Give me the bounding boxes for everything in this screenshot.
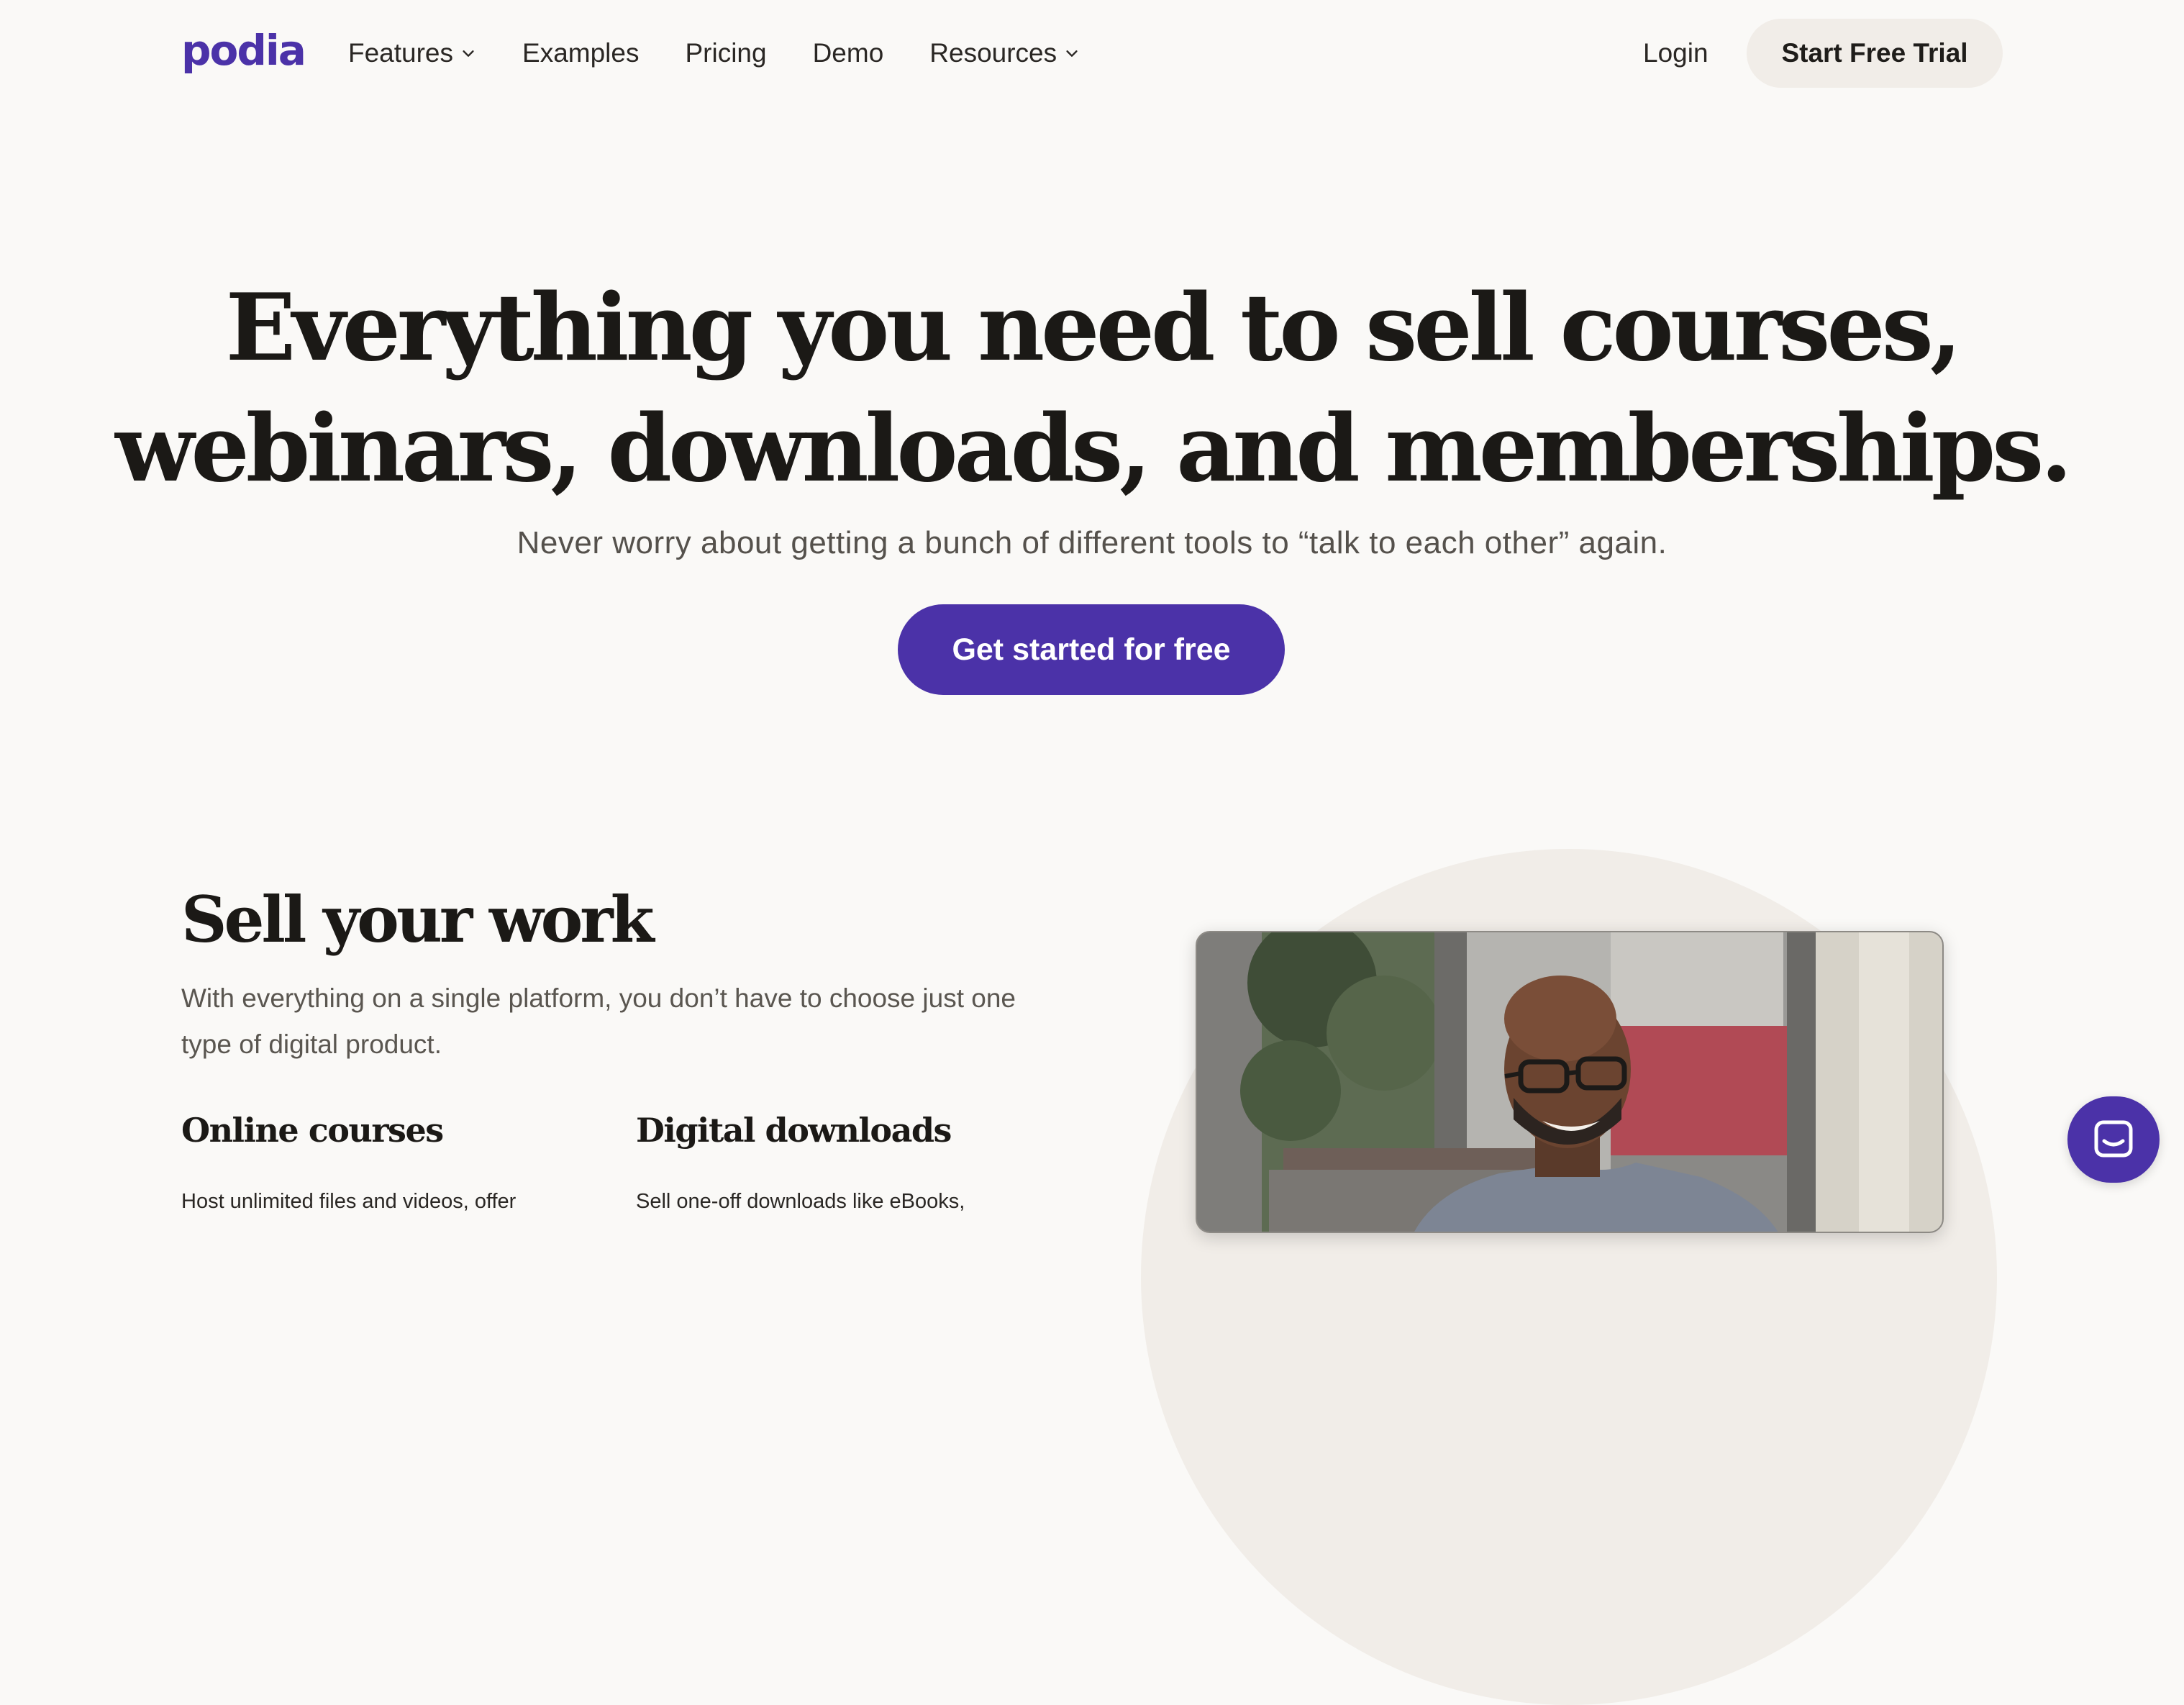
hero-title: Everything you need to sell courses, web… <box>0 268 2184 509</box>
nav-item-label: Examples <box>522 38 640 68</box>
nav-links: Features Examples Pricing Demo Resources <box>348 32 1126 75</box>
chevron-down-icon <box>1066 50 1078 57</box>
feature-title-online-courses: Online courses <box>181 1111 444 1150</box>
section-description: With everything on a single platform, yo… <box>181 983 1016 1059</box>
feature-text-digital-downloads: Sell one-off downloads like eBooks, <box>636 1190 965 1213</box>
feature-title-digital-downloads: Digital downloads <box>636 1111 952 1150</box>
nav-item-demo[interactable]: Demo <box>813 38 884 68</box>
section-title: Sell your work <box>181 882 655 957</box>
podia-logo[interactable]: podia <box>181 24 306 76</box>
nav-item-label: Features <box>348 38 454 68</box>
start-free-trial-button[interactable]: Start Free Trial <box>1747 19 2003 88</box>
login-link[interactable]: Login <box>1643 32 1708 75</box>
top-navigation: podia Features Examples Pricing Demo Res… <box>0 0 2184 105</box>
chat-icon <box>2094 1120 2133 1158</box>
nav-item-label: Pricing <box>685 38 767 68</box>
hero-title-line-1: Everything you need to sell courses, <box>225 274 1962 382</box>
nav-item-features[interactable]: Features <box>348 38 476 68</box>
hero-title-line-2: webinars, downloads, and memberships. <box>115 395 2072 503</box>
feature-text-online-courses: Host unlimited files and videos, offer <box>181 1190 517 1213</box>
nav-item-resources[interactable]: Resources <box>929 38 1080 68</box>
nav-item-label: Resources <box>929 38 1057 68</box>
get-started-button[interactable]: Get started for free <box>898 604 1285 695</box>
hero-subtitle: Never worry about getting a bunch of dif… <box>517 525 1667 560</box>
nav-item-label: Demo <box>812 38 884 68</box>
nav-item-examples[interactable]: Examples <box>522 38 639 68</box>
chat-launcher-button[interactable] <box>2067 1096 2160 1183</box>
creator-photo <box>1196 931 1944 1233</box>
chevron-down-icon <box>463 50 474 57</box>
nav-item-pricing[interactable]: Pricing <box>685 38 766 68</box>
